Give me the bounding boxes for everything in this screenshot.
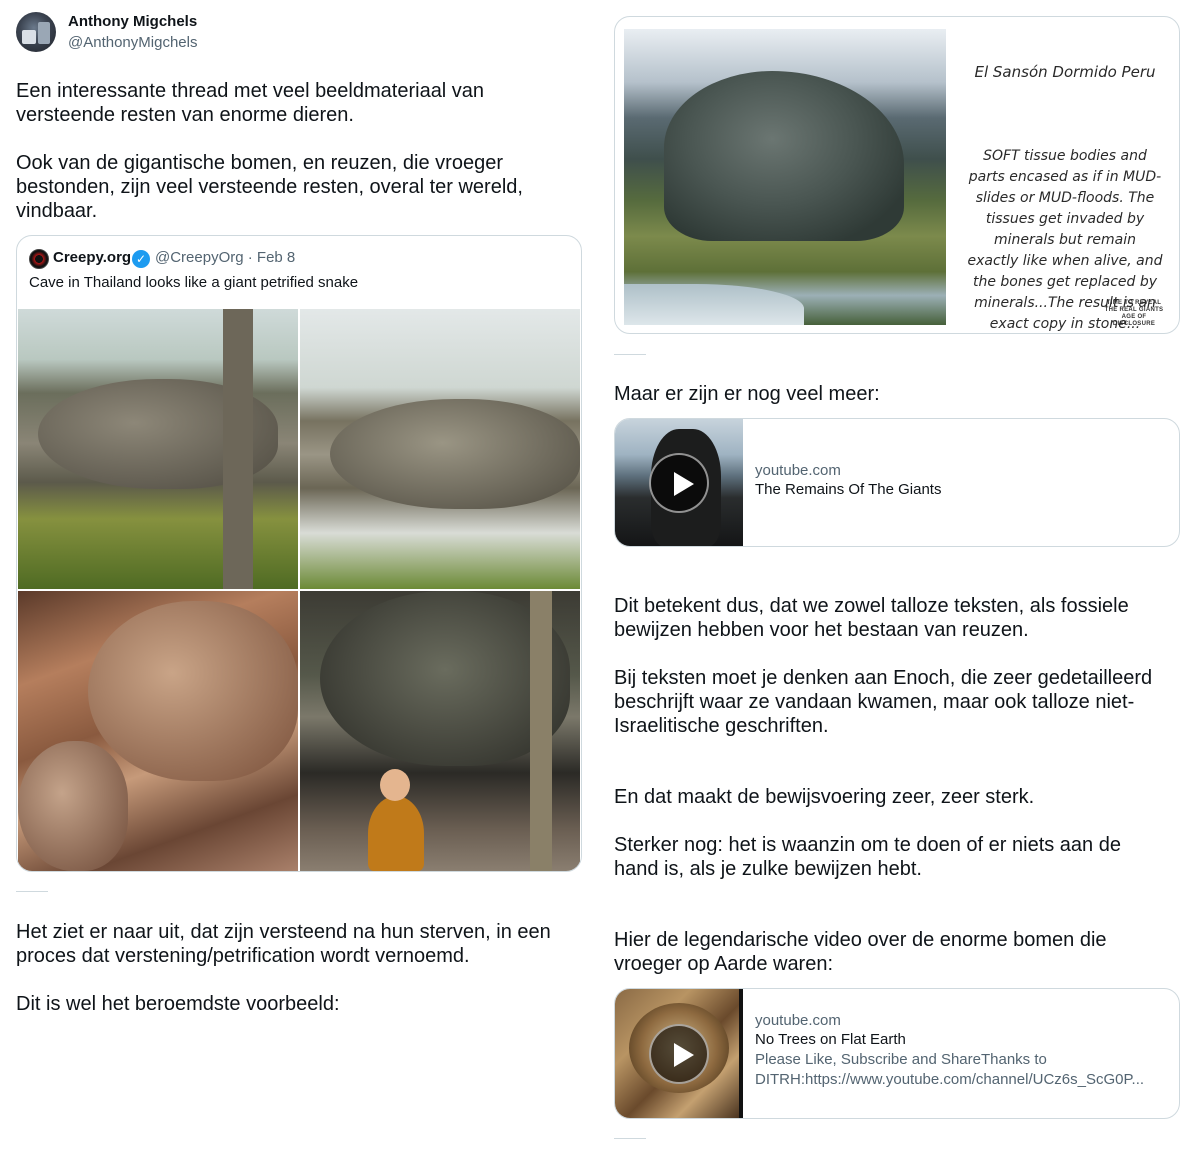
tweet-text-paragraph: Een interessante thread met veel beeldma…	[16, 80, 485, 126]
link-description: Please Like, Subscribe and ShareThanks t…	[755, 1050, 1167, 1090]
link-card-body: youtube.com The Remains Of The Giants	[755, 462, 1167, 498]
image-caption: El Sansón Dormido Peru SOFT tissue bodie…	[960, 41, 1170, 333]
link-description-line: Please Like, Subscribe and ShareThanks t…	[755, 1051, 1047, 1068]
quoted-media-grid	[18, 309, 580, 871]
verified-badge-icon: ✓	[132, 250, 150, 268]
author-name[interactable]: Anthony Migchels	[68, 13, 197, 30]
video-thumbnail[interactable]	[615, 419, 743, 546]
tweet-text-paragraph: Maar er zijn er nog veel meer:	[614, 383, 880, 405]
quoted-tweet[interactable]: Creepy.org ✓ @CreepyOrg · Feb 8 Cave in …	[16, 235, 582, 872]
quoted-tweet-header: Creepy.org ✓ @CreepyOrg · Feb 8	[29, 248, 569, 269]
play-icon[interactable]	[649, 453, 709, 513]
tweet-text-paragraph: En dat maakt de bewijsvoering zeer, zeer…	[614, 786, 1035, 808]
quoted-tweet-text: Cave in Thailand looks like a giant petr…	[29, 274, 359, 291]
tweet-text-paragraph: Ook van de gigantische bomen, en reuzen,…	[16, 152, 523, 222]
quoted-author-name[interactable]: Creepy.org	[53, 249, 131, 266]
tweet-image-card[interactable]: El Sansón Dormido Peru SOFT tissue bodie…	[614, 16, 1180, 334]
tweet-text-paragraph: Het ziet er naar uit, dat zijn versteend…	[16, 921, 551, 967]
image-caption-title: El Sansón Dormido Peru	[974, 63, 1156, 81]
link-title[interactable]: The Remains Of The Giants	[755, 481, 1167, 498]
sleeping-samson-mountain-photo[interactable]	[624, 29, 946, 325]
snake-cave-photo-1[interactable]	[18, 309, 298, 589]
snake-cave-photo-3[interactable]	[18, 591, 298, 871]
snake-cave-photo-4[interactable]	[300, 591, 580, 871]
video-thumbnail[interactable]	[615, 989, 743, 1118]
thread-divider	[614, 354, 646, 355]
thread-divider	[614, 1138, 646, 1139]
play-icon[interactable]	[649, 1024, 709, 1084]
tweet-author[interactable]: Anthony Migchels @AnthonyMigchels	[16, 12, 416, 56]
tweet-text-paragraph: Hier de legendarische video over de enor…	[614, 929, 1107, 975]
thread-divider	[16, 891, 48, 892]
quoted-author-handle-date[interactable]: @CreepyOrg · Feb 8	[155, 249, 295, 266]
creepy-logo-icon[interactable]	[29, 249, 49, 269]
tweet-text-paragraph: Sterker nog: het is waanzin om te doen o…	[614, 834, 1121, 880]
link-description-line: DITRH:https://www.youtube.com/channel/UC…	[755, 1071, 1145, 1088]
link-domain: youtube.com	[755, 1012, 841, 1029]
tweet-text-paragraph: Bij teksten moet je denken aan Enoch, di…	[614, 667, 1153, 737]
link-title[interactable]: No Trees on Flat Earth	[755, 1031, 1167, 1048]
youtube-link-card-trees[interactable]: youtube.com No Trees on Flat Earth Pleas…	[614, 988, 1180, 1119]
link-card-body: youtube.com No Trees on Flat Earth Pleas…	[755, 1012, 1167, 1090]
avatar[interactable]	[16, 12, 56, 52]
youtube-link-card-giants[interactable]: youtube.com The Remains Of The Giants	[614, 418, 1180, 547]
snake-cave-photo-2[interactable]	[300, 309, 580, 589]
tweet-text-paragraph: Dit is wel het beroemdste voorbeeld:	[16, 993, 340, 1015]
tweet-text-paragraph: Dit betekent dus, dat we zowel talloze t…	[614, 595, 1129, 641]
link-domain: youtube.com	[755, 462, 841, 479]
image-watermark-text: TIME TO REVEAL THE REAL GIANTS AGE OF DI…	[1104, 300, 1164, 327]
author-handle[interactable]: @AnthonyMigchels	[68, 34, 197, 51]
